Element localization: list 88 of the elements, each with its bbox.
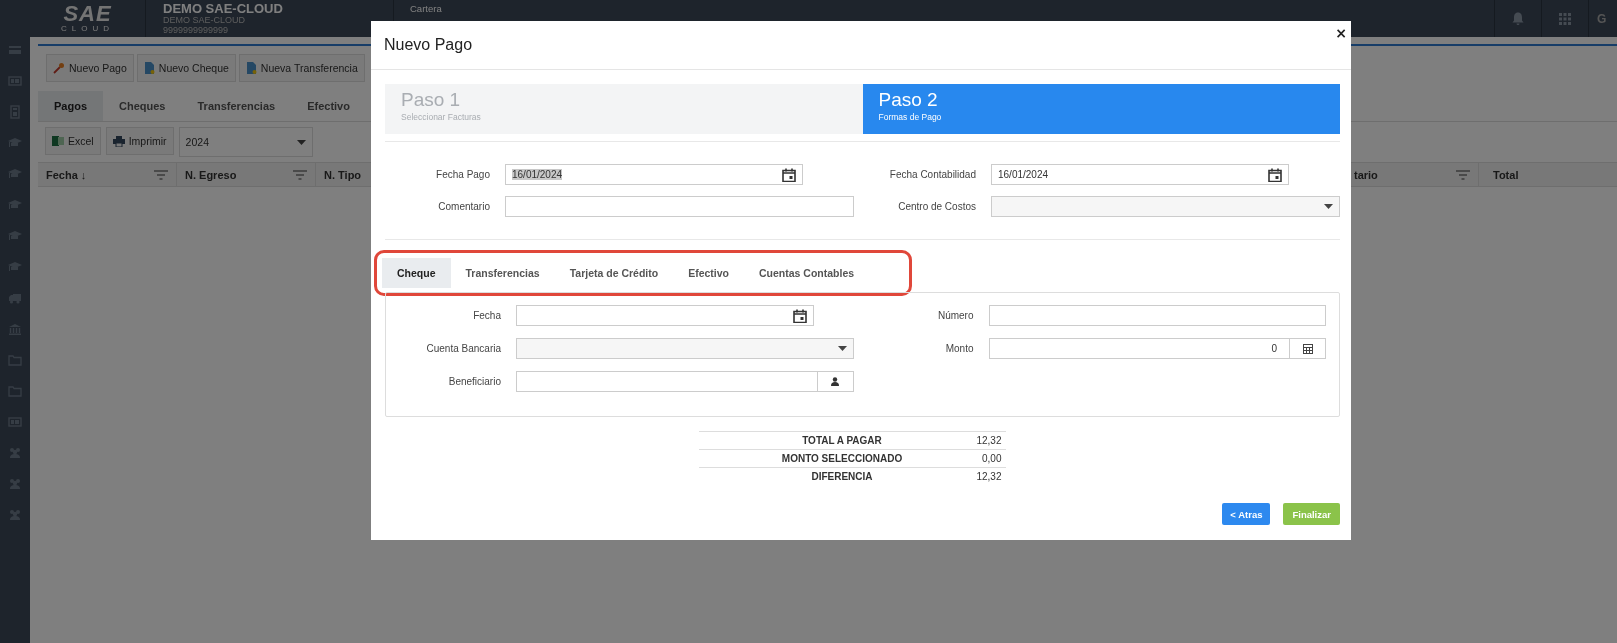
date-field[interactable] — [516, 305, 814, 326]
tab[interactable]: Cheques — [103, 91, 182, 121]
tab[interactable]: Transferencias — [181, 91, 292, 121]
text-field[interactable] — [988, 305, 1326, 326]
calendar-icon[interactable] — [782, 167, 796, 182]
tab[interactable]: Cuentas Contables — [744, 258, 870, 288]
bank-icon[interactable] — [8, 322, 22, 336]
tab[interactable]: Tarjeta de Crédito — [554, 258, 674, 288]
field-label: Número — [936, 310, 974, 321]
caret-icon[interactable] — [296, 139, 306, 145]
caret-icon[interactable] — [1324, 204, 1333, 209]
column-header[interactable]: N. Tipo — [324, 168, 362, 181]
field-label: Centro de Costos — [897, 201, 976, 212]
date-field[interactable]: 16/01/2024 — [991, 164, 1289, 185]
tab[interactable]: Efectivo — [673, 258, 744, 288]
graduation-cap-icon[interactable] — [8, 229, 22, 243]
bell-icon[interactable] — [1512, 12, 1524, 25]
calculator-button[interactable] — [1290, 338, 1326, 359]
spreadsheet-icon — [52, 135, 64, 147]
graduation-cap-icon[interactable] — [8, 260, 22, 274]
summary-value: 0,00 — [981, 453, 1002, 464]
wand-icon — [53, 62, 65, 74]
field-label: Cuenta Bancaria — [425, 343, 501, 354]
graduation-cap-icon[interactable] — [8, 198, 22, 212]
wizard-step[interactable]: Paso 1 Seleccionar Facturas — [385, 84, 863, 134]
tab[interactable]: Pagos — [38, 91, 103, 121]
folder-icon[interactable] — [8, 384, 22, 398]
company-subtitle: DEMO SAE-CLOUD — [163, 15, 246, 25]
field-label: Comentario — [437, 201, 490, 212]
field-label: Monto — [944, 343, 974, 354]
summary-label: TOTAL A PAGAR — [801, 435, 883, 446]
summary-value: 12,32 — [975, 471, 1002, 482]
year-dropdown[interactable]: 2024 — [178, 127, 313, 157]
column-header[interactable]: Fecha ↓ — [46, 168, 87, 181]
calendar-icon[interactable] — [1268, 167, 1282, 182]
person-button[interactable] — [817, 371, 854, 392]
menu-icon[interactable] — [8, 43, 22, 57]
print-button[interactable]: Imprimir — [105, 127, 174, 155]
column-header[interactable]: Total — [1493, 168, 1519, 181]
person-icon — [831, 377, 839, 386]
column-header[interactable]: N. Egreso — [185, 168, 237, 181]
toolbar-button[interactable]: Nuevo Pago — [46, 54, 134, 82]
field-label: Fecha — [472, 310, 501, 321]
caret-icon[interactable] — [837, 346, 847, 351]
finish-button[interactable]: Finalizar — [1283, 503, 1340, 525]
users-icon[interactable] — [8, 446, 22, 460]
dialog-title: Nuevo Pago — [384, 36, 473, 54]
printer-icon — [112, 135, 125, 147]
toolbar-button[interactable]: Nueva Transferencia — [238, 54, 365, 82]
field-label: Fecha Contabilidad — [888, 169, 976, 180]
filter-icon[interactable] — [293, 169, 307, 180]
logo: SAE CLOUD — [30, 0, 146, 37]
text-field[interactable] — [505, 196, 854, 217]
graduation-cap-icon[interactable] — [8, 167, 22, 181]
grid-icon[interactable] — [1559, 12, 1571, 25]
filter-icon[interactable] — [154, 169, 168, 180]
calculator-icon[interactable] — [8, 105, 22, 119]
document-icon — [245, 62, 257, 74]
close-button[interactable]: × — [1335, 25, 1347, 41]
module-name: Cartera — [410, 3, 442, 14]
company-name: DEMO SAE-CLOUD — [163, 2, 284, 15]
tab[interactable]: Transferencias — [450, 258, 555, 288]
excel-button[interactable]: Excel — [45, 127, 101, 155]
users-icon[interactable] — [8, 477, 22, 491]
tab[interactable]: Efectivo — [291, 91, 366, 121]
folder-icon[interactable] — [8, 353, 22, 367]
date-field[interactable]: 16/01/2024 — [505, 164, 803, 185]
back-button[interactable]: < Atras — [1222, 503, 1271, 525]
users-icon[interactable] — [8, 508, 22, 522]
text-field[interactable] — [516, 371, 818, 392]
field-label: Fecha Pago — [435, 169, 490, 180]
summary-label: DIFERENCIA — [810, 471, 874, 482]
id-card-icon[interactable] — [8, 74, 22, 88]
field-label: Beneficiario — [447, 376, 501, 387]
graduation-cap-icon[interactable] — [8, 136, 22, 150]
calculator-icon — [1302, 343, 1313, 354]
summary-label: MONTO SELECCIONADO — [780, 453, 904, 464]
document-icon — [143, 62, 155, 74]
summary-value: 12,32 — [975, 435, 1002, 446]
filter-icon[interactable] — [1456, 169, 1470, 180]
wizard-step[interactable]: Paso 2 Formas de Pago — [862, 84, 1340, 134]
tab[interactable]: Cheque — [382, 258, 451, 288]
toolbar-button[interactable]: Nuevo Cheque — [136, 54, 236, 82]
amount-field[interactable]: 0 — [988, 338, 1290, 359]
calendar-icon[interactable] — [793, 308, 807, 323]
truck-icon[interactable] — [8, 291, 22, 305]
id-card-icon[interactable] — [8, 415, 22, 429]
column-header[interactable]: tario — [1354, 168, 1378, 181]
